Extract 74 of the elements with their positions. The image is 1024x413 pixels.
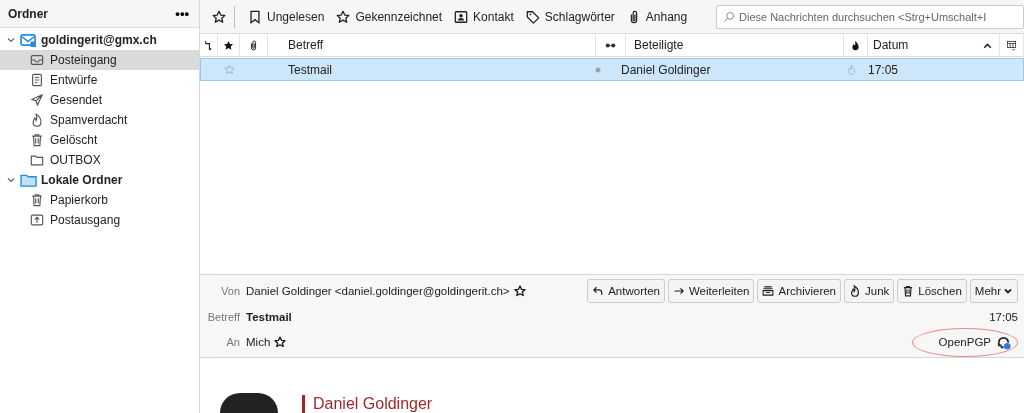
chevron-icon[interactable] <box>6 175 16 185</box>
star-icon[interactable] <box>223 39 234 51</box>
star-icon[interactable] <box>513 285 526 297</box>
message-subject: Testmail <box>246 311 292 323</box>
folder-item[interactable]: Entwürfe <box>0 70 199 90</box>
folder-icon <box>20 172 37 188</box>
field-label: Von <box>220 285 240 297</box>
menu-button[interactable]: ••• <box>173 6 191 21</box>
flame-icon[interactable] <box>850 39 861 51</box>
trash-icon <box>902 285 915 297</box>
account-row[interactable]: Lokale Ordner <box>0 170 199 190</box>
chevron-icon <box>1003 286 1013 296</box>
security-status-icon[interactable] <box>996 334 1011 350</box>
folder-item[interactable]: Postausgang <box>0 210 199 230</box>
bookmark-icon <box>248 9 262 24</box>
pin-star-icon[interactable] <box>212 9 226 24</box>
dot-icon[interactable] <box>595 66 601 73</box>
star-icon[interactable] <box>274 336 287 348</box>
folder-item[interactable]: Spamverdacht <box>0 110 199 130</box>
document-icon <box>30 73 44 87</box>
column-header[interactable]: Beteiligte <box>634 38 684 52</box>
message-time: 17:05 <box>989 311 1018 323</box>
column-header[interactable]: Betreff <box>288 38 324 52</box>
action-button[interactable]: Weiterleiten <box>667 279 755 303</box>
column-picker-icon[interactable] <box>1006 39 1017 51</box>
security-label[interactable]: OpenPGP <box>938 336 991 348</box>
date-cell: 17:05 <box>868 62 899 77</box>
flame-icon <box>849 285 861 297</box>
column-header[interactable]: Datum <box>873 38 909 52</box>
star-icon[interactable] <box>223 64 235 75</box>
subject-cell: Testmail <box>288 62 332 77</box>
forward-arrow-icon <box>672 285 685 297</box>
trash-icon <box>30 133 44 147</box>
account-row[interactable]: goldingerit@gmx.ch <box>0 30 199 50</box>
recipient[interactable]: Mich <box>246 336 271 348</box>
sender-address[interactable]: Daniel Goldinger <daniel.goldinger@goldingerit.ch> <box>246 285 510 297</box>
inbox-icon <box>30 53 44 67</box>
signature-name: Daniel Goldinger <box>302 395 433 413</box>
action-button[interactable]: Archivieren <box>757 279 841 303</box>
action-button[interactable]: Löschen <box>897 279 967 303</box>
pane-title: Ordner <box>8 6 48 21</box>
outbox-icon <box>30 213 44 227</box>
correspondent-cell: Daniel Goldinger <box>621 62 711 77</box>
folder-item[interactable]: OUTBOX <box>0 150 199 170</box>
folder-item[interactable]: Posteingang <box>0 50 199 70</box>
search-field[interactable]: Diese Nachrichten durchsuchen <Strg+Umschalt+I <box>716 4 1024 29</box>
star-icon <box>336 9 351 24</box>
action-button[interactable]: Junk <box>844 279 895 303</box>
field-label: Betreff <box>206 311 240 323</box>
search-icon <box>723 10 735 23</box>
filter-button[interactable]: Schlagwörter <box>520 7 620 26</box>
message-row[interactable]: Testmail Daniel Goldinger 17:05 <box>200 58 1024 81</box>
action-button[interactable]: Antworten <box>587 279 665 303</box>
archive-box-icon <box>762 285 775 297</box>
reply-arrow-icon <box>592 285 605 297</box>
action-button[interactable]: Mehr <box>969 279 1018 303</box>
paperclip-icon[interactable] <box>248 39 259 51</box>
folder-icon <box>30 153 44 167</box>
filter-button[interactable]: Anhang <box>621 7 693 26</box>
trash-icon <box>30 193 44 207</box>
thread-icon[interactable] <box>203 39 214 51</box>
folder-item[interactable]: Gelöscht <box>0 130 199 150</box>
paper-plane-icon <box>30 93 44 107</box>
contact-card-icon <box>454 9 469 24</box>
folder-item[interactable]: Papierkorb <box>0 190 199 210</box>
filter-button[interactable]: Kontakt <box>449 7 519 26</box>
tag-icon <box>525 9 540 24</box>
chevron-icon[interactable] <box>6 35 16 45</box>
mail-account-icon <box>20 32 37 48</box>
filter-button[interactable]: Ungelesen <box>243 7 330 26</box>
filter-button[interactable]: Gekennzeichnet <box>331 7 448 26</box>
folder-item[interactable]: Gesendet <box>0 90 199 110</box>
field-label: An <box>225 336 240 348</box>
flame-icon <box>30 113 44 127</box>
